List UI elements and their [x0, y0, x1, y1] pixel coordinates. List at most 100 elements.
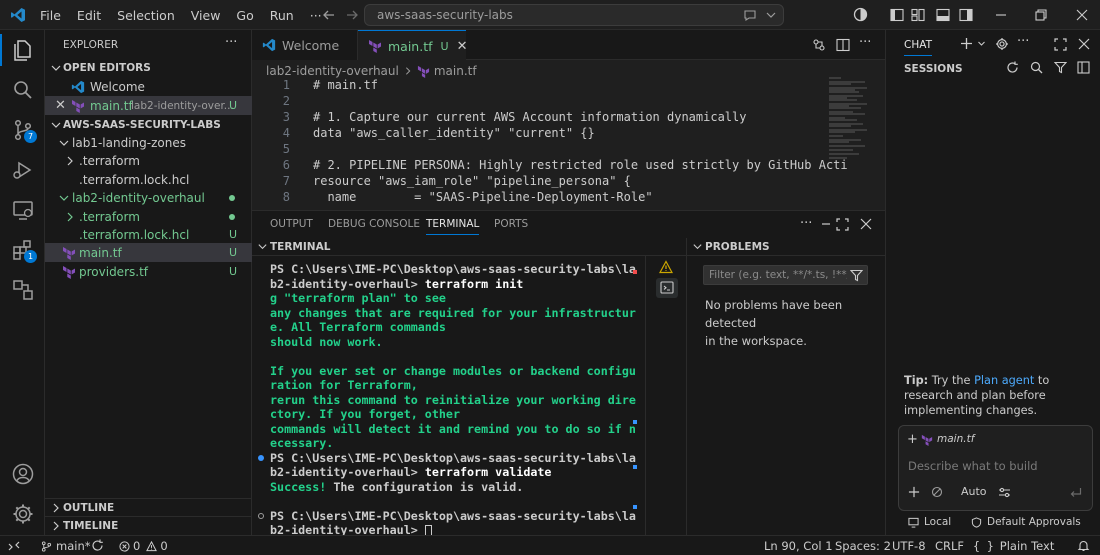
- source-control-icon[interactable]: 7: [11, 118, 37, 143]
- terminal[interactable]: TERMINAL PS C:\Users\IME-PC\Desktop\aws-…: [252, 238, 687, 537]
- explorer-icon[interactable]: [11, 38, 35, 62]
- folder-lab2-identity-overhaul[interactable]: lab2-identity-overhaul: [45, 188, 252, 207]
- chat-input-box[interactable]: + main.tf Describe what to build Auto: [898, 425, 1093, 511]
- panel-minimize-icon[interactable]: [820, 218, 832, 230]
- open-editor-welcome[interactable]: Welcome: [45, 77, 252, 96]
- terminal-instance-icon[interactable]: [656, 278, 678, 298]
- terminal-scrollbar[interactable]: [633, 262, 639, 532]
- explorer-more-icon[interactable]: ···: [225, 35, 237, 50]
- chat-settings-gear-icon[interactable]: [995, 37, 1009, 51]
- split-editor-icon[interactable]: [836, 38, 850, 52]
- folder-terraform-lab2[interactable]: .terraform: [45, 207, 252, 226]
- close-panel-icon[interactable]: [860, 218, 872, 230]
- encoding[interactable]: UTF-8: [892, 539, 926, 553]
- menu-run[interactable]: Run: [262, 8, 302, 23]
- close-tab-icon[interactable]: ✕: [457, 39, 468, 54]
- back-arrow-icon[interactable]: [322, 8, 336, 22]
- add-context-button[interactable]: +: [907, 432, 918, 447]
- new-chat-plus-icon[interactable]: [960, 37, 973, 50]
- chevron-down-icon[interactable]: [977, 39, 986, 48]
- copilot-chat-icon[interactable]: [743, 8, 757, 22]
- command-pending-dot[interactable]: [258, 512, 264, 519]
- timeline-header[interactable]: TIMELINE: [45, 516, 252, 535]
- forward-arrow-icon[interactable]: [345, 8, 359, 22]
- tab-welcome[interactable]: Welcome: [252, 30, 358, 60]
- menu-edit[interactable]: Edit: [69, 8, 109, 23]
- folder-terraform-lab1[interactable]: .terraform: [45, 151, 252, 170]
- file-lock-lab2[interactable]: .terraform.lock.hcl U: [45, 225, 252, 244]
- panel-more-icon[interactable]: ···: [800, 216, 812, 231]
- menu-file[interactable]: File: [32, 8, 69, 23]
- panel-tab-output[interactable]: OUTPUT: [270, 211, 313, 238]
- remote-indicator-icon[interactable]: [0, 536, 28, 555]
- panel-tab-terminal[interactable]: TERMINAL: [426, 211, 480, 235]
- notifications-bell-icon[interactable]: [1077, 539, 1090, 552]
- problems-status-item[interactable]: 0 0: [119, 539, 168, 553]
- chat-input-placeholder[interactable]: Describe what to build: [908, 459, 1038, 473]
- file-lock-lab1[interactable]: .terraform.lock.hcl: [45, 170, 252, 189]
- attach-plus-icon[interactable]: [908, 486, 920, 498]
- editor-more-icon[interactable]: ···: [859, 35, 871, 50]
- remote-explorer-icon[interactable]: [11, 198, 35, 222]
- command-center-search[interactable]: aws-saas-security-labs: [364, 4, 784, 26]
- breadcrumb-file[interactable]: main.tf: [434, 64, 477, 78]
- chevron-down-icon[interactable]: [765, 9, 777, 21]
- cursor-position[interactable]: Ln 90, Col 1: [764, 539, 833, 553]
- panel-tab-debug-console[interactable]: DEBUG CONSOLE: [328, 211, 420, 238]
- indentation[interactable]: Spaces: 2: [835, 539, 891, 553]
- workspace-header[interactable]: AWS-SAAS-SECURITY-LABS: [45, 115, 252, 134]
- restore-icon[interactable]: [1034, 8, 1048, 22]
- tools-icon[interactable]: [931, 486, 943, 498]
- search-icon[interactable]: [11, 78, 35, 102]
- toggle-secondary-sidebar-icon[interactable]: [959, 8, 973, 22]
- split-compare-icon[interactable]: [812, 38, 826, 52]
- panel-tab-ports[interactable]: PORTS: [494, 211, 528, 238]
- minimize-icon[interactable]: [994, 8, 1008, 22]
- plan-agent-link[interactable]: Plan agent: [974, 374, 1034, 387]
- tab-main-tf[interactable]: main.tf U ✕: [358, 30, 468, 61]
- open-editor-main-tf[interactable]: ✕ main.tf lab2-identity-over... U: [45, 96, 252, 115]
- close-chat-icon[interactable]: [1078, 38, 1090, 50]
- breadcrumb-folder[interactable]: lab2-identity-overhaul: [266, 64, 399, 78]
- close-editor-icon[interactable]: ✕: [55, 98, 66, 113]
- filter-sessions-icon[interactable]: [1054, 61, 1067, 74]
- mode-picker[interactable]: Auto: [961, 485, 987, 498]
- approvals-selector[interactable]: Default Approvals: [971, 516, 1081, 528]
- aws-toolkit-icon[interactable]: [11, 278, 35, 302]
- menu-selection[interactable]: Selection: [109, 8, 183, 23]
- search-sessions-icon[interactable]: [1030, 61, 1043, 74]
- folder-lab1-landing-zones[interactable]: lab1-landing-zones: [45, 133, 252, 152]
- close-window-icon[interactable]: [1075, 8, 1089, 22]
- toggle-panel-icon[interactable]: [936, 8, 950, 22]
- extensions-icon[interactable]: 1: [11, 238, 37, 263]
- configure-tools-icon[interactable]: [998, 486, 1011, 499]
- problems-header[interactable]: PROBLEMS: [687, 238, 885, 256]
- local-target[interactable]: Local: [908, 516, 951, 528]
- language-mode[interactable]: { } Plain Text: [973, 539, 1054, 553]
- problems-filter-input[interactable]: Filter (e.g. text, **/*.ts, !**/...: [703, 265, 868, 285]
- maximize-chat-icon[interactable]: [1054, 38, 1067, 51]
- refresh-icon[interactable]: [1006, 61, 1019, 74]
- sync-icon[interactable]: [91, 539, 104, 552]
- git-branch-item[interactable]: main*: [41, 539, 90, 553]
- end-of-line[interactable]: CRLF: [935, 539, 964, 553]
- file-providers-tf[interactable]: providers.tf U: [45, 262, 252, 281]
- warning-icon[interactable]: [659, 260, 673, 274]
- maximize-panel-icon[interactable]: [836, 218, 849, 231]
- customize-layout-icon[interactable]: [911, 8, 925, 22]
- menu-view[interactable]: View: [183, 8, 229, 23]
- toggle-sessions-layout-icon[interactable]: [1077, 61, 1090, 74]
- settings-gear-icon[interactable]: [11, 502, 35, 526]
- menu-go[interactable]: Go: [228, 8, 261, 23]
- chat-title[interactable]: CHAT: [904, 39, 933, 56]
- filter-icon[interactable]: [850, 269, 863, 282]
- open-editors-header[interactable]: OPEN EDITORS: [45, 58, 252, 77]
- run-debug-icon[interactable]: [11, 158, 35, 182]
- minimap[interactable]: [827, 74, 872, 204]
- command-success-dot[interactable]: [258, 454, 264, 461]
- outline-header[interactable]: OUTLINE: [45, 498, 252, 517]
- send-icon[interactable]: [1069, 486, 1082, 499]
- chat-more-icon[interactable]: ···: [1017, 34, 1029, 49]
- file-main-tf[interactable]: main.tf U: [45, 243, 252, 262]
- copilot-icon[interactable]: [853, 7, 868, 22]
